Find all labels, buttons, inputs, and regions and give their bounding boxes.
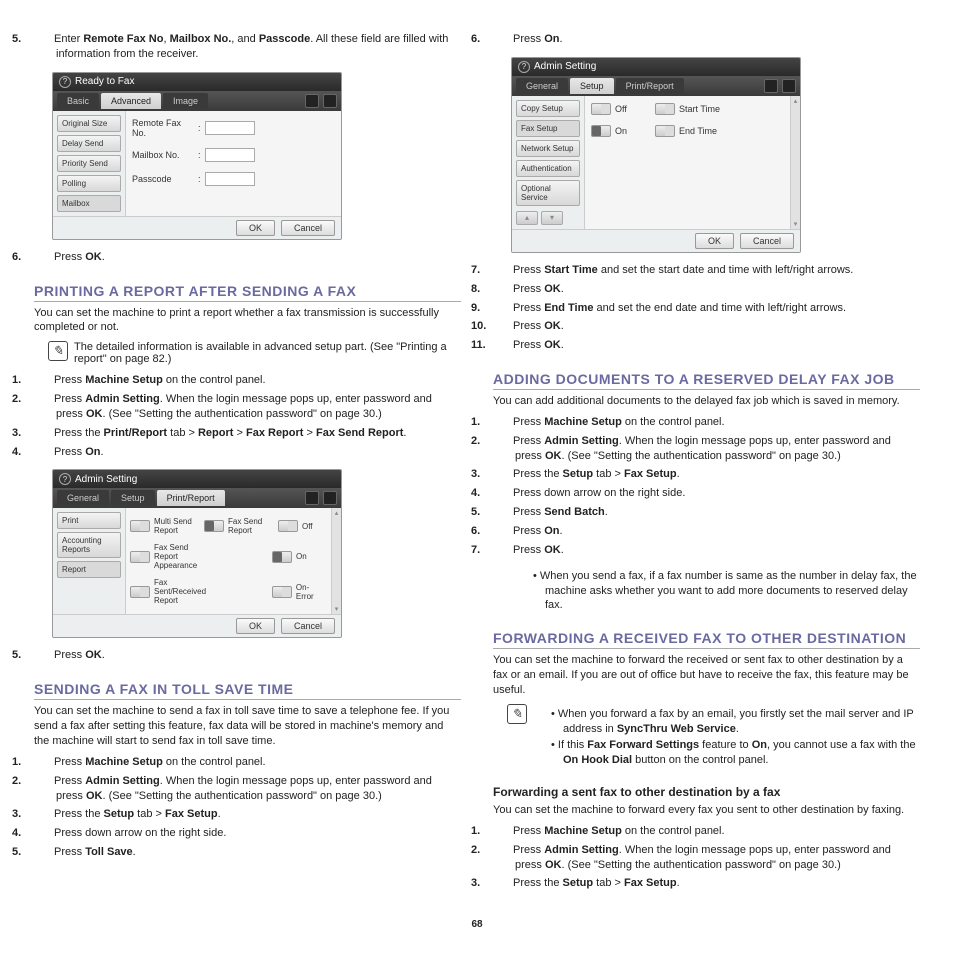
tab-setup[interactable]: Setup xyxy=(111,490,155,506)
step: 2.Press Admin Setting. When the login me… xyxy=(493,841,920,875)
tab-image[interactable]: Image xyxy=(163,93,208,109)
step: 1.Press Machine Setup on the control pan… xyxy=(493,413,920,432)
note-bullet: When you forward a fax by an email, you … xyxy=(551,706,920,738)
step: 7.Press OK. xyxy=(493,541,920,560)
sidebar-copy-setup[interactable]: Copy Setup xyxy=(516,100,580,117)
cancel-button[interactable]: Cancel xyxy=(281,220,335,236)
cancel-button[interactable]: Cancel xyxy=(740,233,794,249)
page-up-icon[interactable]: ▴ xyxy=(516,211,538,225)
screenshot-admin-print-report: ?Admin Setting General Setup Print/Repor… xyxy=(52,469,342,638)
step: 3.Press the Setup tab > Fax Setup. xyxy=(34,805,461,824)
sidebar-accounting[interactable]: Accounting Reports xyxy=(57,532,121,558)
sidebar-network-setup[interactable]: Network Setup xyxy=(516,140,580,157)
tab-general[interactable]: General xyxy=(57,490,109,506)
fwd-intro: You can set the machine to forward the r… xyxy=(493,653,920,698)
tab-basic[interactable]: Basic xyxy=(57,93,99,109)
step: 6.Press OK. xyxy=(34,248,461,267)
add-intro: You can add additional documents to the … xyxy=(493,394,920,409)
step: 5.Press Toll Save. xyxy=(34,843,461,862)
ok-button[interactable]: OK xyxy=(695,233,734,249)
sidebar-report[interactable]: Report xyxy=(57,561,121,578)
step: 2.Press Admin Setting. When the login me… xyxy=(34,772,461,806)
sidebar-mailbox[interactable]: Mailbox xyxy=(57,195,121,212)
help-icon: ? xyxy=(59,473,71,485)
heading-add-docs: ADDING DOCUMENTS TO A RESERVED DELAY FAX… xyxy=(493,371,920,390)
step: 4.Press On. xyxy=(34,443,461,462)
sidebar-polling[interactable]: Polling xyxy=(57,175,121,192)
note-icon: ✎ xyxy=(48,341,68,361)
usb-icon[interactable] xyxy=(764,79,778,93)
step: 10.Press OK. xyxy=(493,317,920,336)
heading-toll-save: SENDING A FAX IN TOLL SAVE TIME xyxy=(34,681,461,700)
help-icon: ? xyxy=(59,76,71,88)
usb-icon[interactable] xyxy=(305,94,319,108)
step: 5.Enter Remote Fax No, Mailbox No., and … xyxy=(34,30,461,64)
sidebar-delay-send[interactable]: Delay Send xyxy=(57,135,121,152)
note-icon: ✎ xyxy=(507,704,527,724)
step: 2.Press Admin Setting. When the login me… xyxy=(493,432,920,466)
step: 1.Press Machine Setup on the control pan… xyxy=(493,822,920,841)
tab-setup[interactable]: Setup xyxy=(570,78,614,94)
page-number: 68 xyxy=(34,919,920,930)
scroll-up-icon[interactable]: ▴ xyxy=(791,96,800,106)
tab-general[interactable]: General xyxy=(516,78,568,94)
sidebar-optional-service[interactable]: Optional Service xyxy=(516,180,580,206)
step: 1.Press Machine Setup on the control pan… xyxy=(34,753,461,772)
step: 4.Press down arrow on the right side. xyxy=(34,824,461,843)
step: 5.Press Send Batch. xyxy=(493,503,920,522)
scroll-down-icon[interactable]: ▾ xyxy=(332,604,341,614)
step: 3.Press the Print/Report tab > Report > … xyxy=(34,424,461,443)
tab-print-report[interactable]: Print/Report xyxy=(157,490,225,506)
step: 7.Press Start Time and set the start dat… xyxy=(493,261,920,280)
step: 11.Press OK. xyxy=(493,336,920,355)
sidebar-original-size[interactable]: Original Size xyxy=(57,115,121,132)
ok-button[interactable]: OK xyxy=(236,618,275,634)
sidebar-fax-setup[interactable]: Fax Setup xyxy=(516,120,580,137)
tab-print-report[interactable]: Print/Report xyxy=(616,78,684,94)
tab-advanced[interactable]: Advanced xyxy=(101,93,161,109)
scroll-up-icon[interactable]: ▴ xyxy=(332,508,341,518)
sidebar-priority-send[interactable]: Priority Send xyxy=(57,155,121,172)
usb-icon[interactable] xyxy=(305,491,319,505)
cancel-button[interactable]: Cancel xyxy=(281,618,335,634)
page-down-icon[interactable]: ▾ xyxy=(541,211,563,225)
sidebar-authentication[interactable]: Authentication xyxy=(516,160,580,177)
step: 6.Press On. xyxy=(493,522,920,541)
home-icon[interactable] xyxy=(782,79,796,93)
sidebar-print[interactable]: Print xyxy=(57,512,121,529)
step: 8.Press OK. xyxy=(493,280,920,299)
toll-intro: You can set the machine to send a fax in… xyxy=(34,704,461,749)
step: 4.Press down arrow on the right side. xyxy=(493,484,920,503)
home-icon[interactable] xyxy=(323,491,337,505)
sub-intro: You can set the machine to forward every… xyxy=(493,803,920,818)
heading-fwd-sent: Forwarding a sent fax to other destinati… xyxy=(493,785,920,799)
heading-forward: FORWARDING A RECEIVED FAX TO OTHER DESTI… xyxy=(493,630,920,649)
print-intro: You can set the machine to print a repor… xyxy=(34,306,461,336)
help-icon: ? xyxy=(518,61,530,73)
screenshot-ready-to-fax: ?Ready to Fax Basic Advanced Image Origi… xyxy=(52,72,342,240)
heading-print-report: PRINTING A REPORT AFTER SENDING A FAX xyxy=(34,283,461,302)
step: 9.Press End Time and set the end date an… xyxy=(493,299,920,318)
remote-fax-no-field[interactable] xyxy=(205,121,255,135)
passcode-field[interactable] xyxy=(205,172,255,186)
home-icon[interactable] xyxy=(323,94,337,108)
scroll-down-icon[interactable]: ▾ xyxy=(791,219,800,229)
step: 3.Press the Setup tab > Fax Setup. xyxy=(493,874,920,893)
step: 1.Press Machine Setup on the control pan… xyxy=(34,371,461,390)
step: 3.Press the Setup tab > Fax Setup. xyxy=(493,465,920,484)
mailbox-no-field[interactable] xyxy=(205,148,255,162)
note-bullet: If this Fax Forward Settings feature to … xyxy=(551,737,920,769)
step: 5.Press OK. xyxy=(34,646,461,665)
step: 2.Press Admin Setting. When the login me… xyxy=(34,390,461,424)
step: 6.Press On. xyxy=(493,30,920,49)
ok-button[interactable]: OK xyxy=(236,220,275,236)
add-bullet: When you send a fax, if a fax number is … xyxy=(533,568,920,615)
screenshot-admin-setup: ?Admin Setting General Setup Print/Repor… xyxy=(511,57,801,253)
